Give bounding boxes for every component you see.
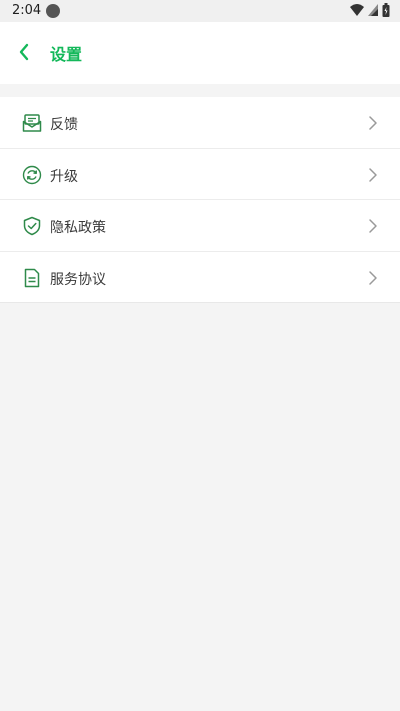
menu-item-upgrade[interactable]: 升级 [0, 149, 400, 200]
status-time: 2:04 [12, 3, 42, 18]
menu-item-label: 升级 [50, 168, 78, 185]
chevron-right-icon [369, 270, 377, 285]
menu-item-service-agreement[interactable]: 服务协议 [0, 252, 400, 303]
menu-item-privacy-policy[interactable]: 隐私政策 [0, 200, 400, 252]
back-button[interactable] [12, 40, 36, 64]
refresh-icon [22, 165, 42, 185]
status-indicators [350, 3, 390, 17]
battery-icon [382, 3, 390, 17]
menu-item-label: 服务协议 [50, 271, 106, 288]
chevron-right-icon [369, 116, 377, 130]
menu-item-feedback[interactable]: 反馈 [0, 97, 400, 149]
feedback-icon [22, 113, 42, 133]
menu-item-label: 反馈 [50, 117, 78, 133]
shield-check-icon [22, 216, 42, 236]
chevron-left-icon [19, 43, 29, 61]
settings-menu: 反馈 升级 隐私政策 服务协议 [0, 97, 400, 303]
status-bar: 2:04 [0, 0, 400, 22]
menu-item-label: 隐私政策 [50, 220, 106, 236]
notification-dot-icon [46, 4, 60, 18]
page-title: 设置 [50, 45, 83, 64]
app-header: 设置 [0, 22, 400, 84]
document-icon [22, 268, 42, 288]
chevron-right-icon [369, 219, 377, 233]
chevron-right-icon [369, 167, 377, 182]
signal-icon [368, 4, 378, 16]
wifi-icon [350, 4, 364, 16]
